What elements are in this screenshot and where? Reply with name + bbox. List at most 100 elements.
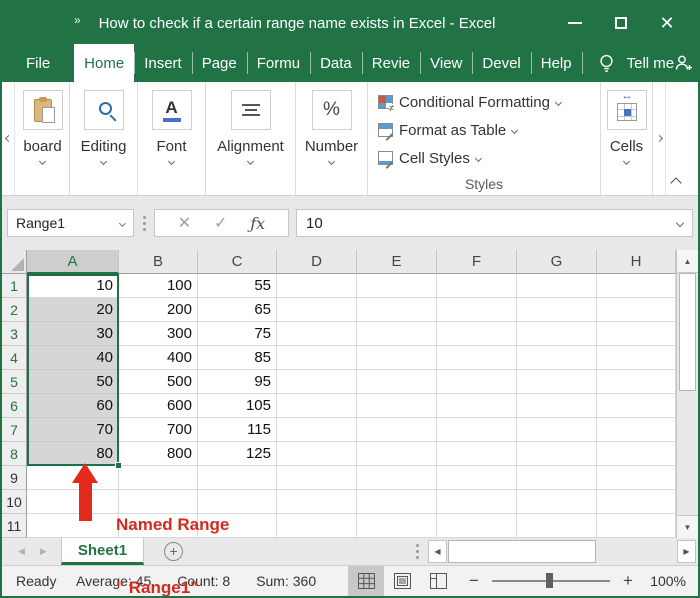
cell-C8[interactable]: 125 (198, 442, 277, 466)
cell-H4[interactable] (597, 346, 676, 370)
cell-B6[interactable]: 600 (119, 394, 198, 418)
select-all-button[interactable] (2, 250, 27, 274)
cell-H6[interactable] (597, 394, 676, 418)
cell-A2[interactable]: 20 (27, 298, 119, 322)
name-box-dropdown-icon[interactable] (118, 219, 127, 227)
column-header-E[interactable]: E (357, 250, 437, 274)
cell-H1[interactable] (597, 274, 676, 298)
cell-D7[interactable] (277, 418, 357, 442)
row-header-7[interactable]: 7 (2, 418, 27, 442)
name-box-input[interactable] (16, 215, 102, 231)
cell-D6[interactable] (277, 394, 357, 418)
cell-D5[interactable] (277, 370, 357, 394)
cancel-button[interactable]: ✕ (178, 213, 191, 233)
tab-insert[interactable]: Insert (134, 44, 192, 82)
alignment-button[interactable] (230, 90, 271, 130)
cell-E7[interactable] (357, 418, 437, 442)
font-button[interactable]: A (151, 90, 192, 130)
chevron-down-icon[interactable] (167, 157, 176, 166)
conditional-formatting-button[interactable]: Conditional Formatting (378, 88, 562, 116)
cell-E5[interactable] (357, 370, 437, 394)
cell-E9[interactable] (357, 466, 437, 490)
chevron-down-icon[interactable] (622, 157, 631, 166)
editing-button[interactable] (83, 90, 124, 130)
cell-H10[interactable] (597, 490, 676, 514)
cell-G5[interactable] (517, 370, 597, 394)
expand-formula-bar-icon[interactable] (675, 218, 685, 228)
name-box[interactable] (7, 209, 134, 237)
cell-F2[interactable] (437, 298, 517, 322)
cell-D10[interactable] (277, 490, 357, 514)
cell-G1[interactable] (517, 274, 597, 298)
vertical-scrollbar-thumb[interactable] (679, 273, 696, 391)
cell-A3[interactable]: 30 (27, 322, 119, 346)
column-header-H[interactable]: H (597, 250, 676, 274)
cell-F3[interactable] (437, 322, 517, 346)
cell-G3[interactable] (517, 322, 597, 346)
scroll-down-button[interactable]: ▼ (677, 515, 698, 538)
cell-E3[interactable] (357, 322, 437, 346)
column-header-A[interactable]: A (27, 250, 119, 274)
cell-B8[interactable]: 800 (119, 442, 198, 466)
cell-F5[interactable] (437, 370, 517, 394)
share-button[interactable]: Share (674, 44, 698, 82)
chevron-down-icon[interactable] (38, 157, 47, 166)
vertical-scrollbar-track[interactable] (677, 391, 698, 515)
next-sheet-button[interactable]: ▶ (40, 546, 47, 557)
cell-G2[interactable] (517, 298, 597, 322)
cell-A5[interactable]: 50 (27, 370, 119, 394)
horizontal-scrollbar-thumb[interactable] (448, 540, 596, 563)
vertical-scrollbar[interactable]: ▲ ▼ (676, 250, 698, 538)
row-header-9[interactable]: 9 (2, 466, 27, 490)
row-header-8[interactable]: 8 (2, 442, 27, 466)
cell-G9[interactable] (517, 466, 597, 490)
tell-me-button[interactable]: Tell me (598, 44, 674, 82)
row-header-10[interactable]: 10 (2, 490, 27, 514)
cell-H11[interactable] (597, 514, 676, 538)
formula-input[interactable] (306, 214, 677, 232)
page-layout-view-button[interactable] (384, 566, 420, 596)
cell-A6[interactable]: 60 (27, 394, 119, 418)
prev-sheet-button[interactable]: ◀ (18, 546, 25, 557)
cell-E11[interactable] (357, 514, 437, 538)
cell-G10[interactable] (517, 490, 597, 514)
cell-C7[interactable]: 115 (198, 418, 277, 442)
tab-formu[interactable]: Formu (246, 44, 310, 82)
cell-H2[interactable] (597, 298, 676, 322)
cell-H5[interactable] (597, 370, 676, 394)
cell-F11[interactable] (437, 514, 517, 538)
row-header-2[interactable]: 2 (2, 298, 27, 322)
zoom-level[interactable]: 100% (638, 573, 686, 589)
cell-G4[interactable] (517, 346, 597, 370)
cell-F4[interactable] (437, 346, 517, 370)
scroll-right-button[interactable]: ▶ (677, 540, 696, 563)
page-break-preview-button[interactable] (420, 566, 456, 596)
ribbon-scroll-left-button[interactable] (2, 82, 15, 195)
cell-G11[interactable] (517, 514, 597, 538)
column-header-C[interactable]: C (198, 250, 277, 274)
cell-F6[interactable] (437, 394, 517, 418)
maximize-button[interactable] (598, 2, 644, 44)
cell-D2[interactable] (277, 298, 357, 322)
zoom-in-button[interactable]: + (618, 571, 638, 591)
cell-C2[interactable]: 65 (198, 298, 277, 322)
tab-view[interactable]: View (420, 44, 472, 82)
tab-page[interactable]: Page (191, 44, 247, 82)
board-button[interactable] (22, 90, 63, 130)
horizontal-scrollbar[interactable]: ◀ ▶ (428, 540, 696, 563)
cell-F7[interactable] (437, 418, 517, 442)
cell-B2[interactable]: 200 (119, 298, 198, 322)
ribbon-scroll-right-button[interactable] (653, 82, 666, 195)
quick-access-toolbar-icon[interactable]: » (74, 13, 81, 27)
cell-E2[interactable] (357, 298, 437, 322)
cell-E6[interactable] (357, 394, 437, 418)
cell-F9[interactable] (437, 466, 517, 490)
normal-view-button[interactable] (348, 566, 385, 596)
cell-styles-button[interactable]: Cell Styles (378, 144, 561, 172)
row-header-3[interactable]: 3 (2, 322, 27, 346)
cell-C5[interactable]: 95 (198, 370, 277, 394)
cell-F8[interactable] (437, 442, 517, 466)
cell-D3[interactable] (277, 322, 357, 346)
cell-B5[interactable]: 500 (119, 370, 198, 394)
cell-H3[interactable] (597, 322, 676, 346)
